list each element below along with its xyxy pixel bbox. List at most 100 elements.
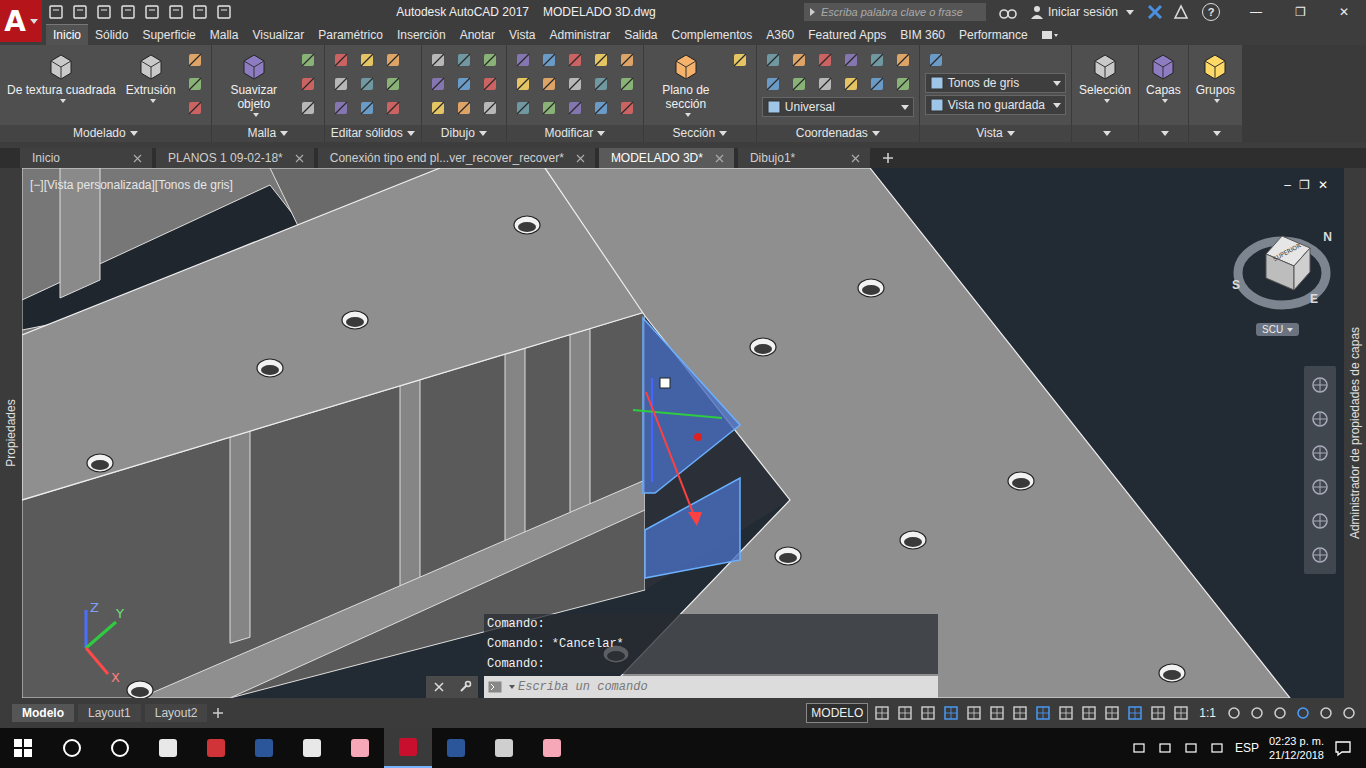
tool-icon[interactable]: [514, 75, 532, 93]
tool-icon[interactable]: [429, 51, 447, 69]
tool-icon[interactable]: [816, 51, 834, 69]
ribbon-large-button[interactable]: Plano de sección: [649, 49, 723, 117]
ribbon-tab[interactable]: Superficie: [135, 24, 202, 45]
search-field[interactable]: Escriba palabra clave o frase: [804, 3, 986, 21]
panel-title[interactable]: [1139, 125, 1188, 142]
tool-icon[interactable]: [894, 75, 912, 93]
tool-icon[interactable]: [731, 51, 749, 69]
navigation-tool-icon[interactable]: [1309, 374, 1331, 396]
tool-icon[interactable]: [332, 51, 350, 69]
panel-title[interactable]: Coordenadas: [757, 125, 919, 142]
quick-access-icon[interactable]: [96, 4, 112, 20]
ribbon-tab[interactable]: Anotar: [453, 24, 502, 45]
add-layout-icon[interactable]: [211, 706, 225, 720]
tool-icon[interactable]: [455, 75, 473, 93]
tool-icon[interactable]: [384, 75, 402, 93]
panel-title[interactable]: [1072, 125, 1138, 142]
window-control-button[interactable]: —: [1234, 5, 1278, 19]
taskbar-app[interactable]: [288, 728, 336, 768]
taskbar-app[interactable]: [96, 728, 144, 768]
tool-icon[interactable]: [566, 51, 584, 69]
panel-title[interactable]: Vista: [920, 125, 1071, 142]
tool-icon[interactable]: [481, 51, 499, 69]
tool-icon[interactable]: [384, 99, 402, 117]
viewport-label[interactable]: [−][Vista personalizada][Tonos de gris]: [30, 178, 233, 192]
status-toggle-icon[interactable]: [942, 704, 960, 722]
notifications-icon[interactable]: [1334, 739, 1352, 757]
tool-icon[interactable]: [894, 51, 912, 69]
ribbon-options-icon[interactable]: [1041, 29, 1059, 41]
status-tool-icon[interactable]: [1294, 704, 1312, 722]
tool-icon[interactable]: [764, 51, 782, 69]
tool-icon[interactable]: [816, 75, 834, 93]
tool-icon[interactable]: [299, 75, 317, 93]
tool-icon[interactable]: [358, 51, 376, 69]
ribbon-tab[interactable]: Salida: [617, 24, 664, 45]
tool-icon[interactable]: [429, 75, 447, 93]
tool-icon[interactable]: [429, 99, 447, 117]
tool-icon[interactable]: [514, 99, 532, 117]
tool-icon[interactable]: [764, 75, 782, 93]
tray-icon[interactable]: [1131, 740, 1147, 756]
annotation-scale[interactable]: 1:1: [1195, 706, 1220, 720]
tool-icon[interactable]: [618, 99, 636, 117]
taskbar-app[interactable]: [192, 728, 240, 768]
quick-access-icon[interactable]: [144, 4, 160, 20]
tool-icon[interactable]: [618, 51, 636, 69]
ribbon-tab[interactable]: Vista: [502, 24, 542, 45]
ribbon-large-button[interactable]: Grupos: [1194, 49, 1237, 103]
application-menu-button[interactable]: A: [0, 0, 42, 42]
taskbar-app[interactable]: [480, 728, 528, 768]
panel-title[interactable]: [1189, 125, 1242, 142]
status-tool-icon[interactable]: [1340, 704, 1358, 722]
panel-title[interactable]: Dibujo: [422, 125, 506, 142]
close-icon[interactable]: [295, 154, 304, 163]
compass-label[interactable]: N: [1323, 230, 1332, 244]
ribbon-tab[interactable]: Paramétrico: [311, 24, 390, 45]
quick-access-icon[interactable]: [192, 4, 208, 20]
tool-icon[interactable]: [618, 75, 636, 93]
tool-icon[interactable]: [186, 99, 204, 117]
ribbon-tab[interactable]: Performance: [952, 24, 1035, 45]
tool-icon[interactable]: [332, 99, 350, 117]
ribbon-tab[interactable]: Inserción: [390, 24, 453, 45]
status-toggle-icon[interactable]: [1011, 704, 1029, 722]
tool-icon[interactable]: [186, 51, 204, 69]
status-tool-icon[interactable]: [1271, 704, 1289, 722]
document-tab[interactable]: PLANOS 1 09-02-18*: [156, 148, 314, 168]
tool-icon[interactable]: [566, 75, 584, 93]
ribbon-tab[interactable]: Inicio: [46, 24, 88, 45]
ribbon-tab[interactable]: Sólido: [88, 24, 135, 45]
tool-icon[interactable]: [481, 75, 499, 93]
tool-icon[interactable]: [332, 75, 350, 93]
navigation-tool-icon[interactable]: [1309, 408, 1331, 430]
panel-title[interactable]: Sección: [644, 125, 756, 142]
viewport-control-button[interactable]: –: [1284, 178, 1291, 192]
compass-label[interactable]: E: [1310, 292, 1318, 306]
navigation-tool-icon[interactable]: [1309, 544, 1331, 566]
status-toggle-icon[interactable]: [1034, 704, 1052, 722]
tool-icon[interactable]: [299, 51, 317, 69]
taskbar-app[interactable]: [240, 728, 288, 768]
model-space-button[interactable]: MODELO: [806, 703, 868, 723]
status-toggle-icon[interactable]: [1126, 704, 1144, 722]
panel-title[interactable]: Modelado: [0, 125, 211, 142]
status-toggle-icon[interactable]: [1103, 704, 1121, 722]
close-icon[interactable]: [715, 154, 724, 163]
binoculars-icon[interactable]: [999, 4, 1017, 20]
navigation-tool-icon[interactable]: [1309, 510, 1331, 532]
exchange-icon[interactable]: [1147, 4, 1163, 20]
help-button[interactable]: ?: [1202, 3, 1220, 21]
viewport-control-button[interactable]: ✕: [1318, 178, 1328, 192]
status-toggle-icon[interactable]: [896, 704, 914, 722]
quick-access-icon[interactable]: [216, 4, 232, 20]
viewport-control-button[interactable]: ❐: [1299, 178, 1310, 192]
properties-palette[interactable]: Propiedades: [0, 168, 22, 698]
status-toggle-icon[interactable]: [919, 704, 937, 722]
wrench-icon[interactable]: [458, 680, 472, 694]
tool-icon[interactable]: [842, 75, 860, 93]
window-control-button[interactable]: ❐: [1278, 5, 1322, 19]
document-tab[interactable]: Inicio: [20, 148, 152, 168]
status-toggle-icon[interactable]: [965, 704, 983, 722]
ribbon-tab[interactable]: Malla: [203, 24, 246, 45]
